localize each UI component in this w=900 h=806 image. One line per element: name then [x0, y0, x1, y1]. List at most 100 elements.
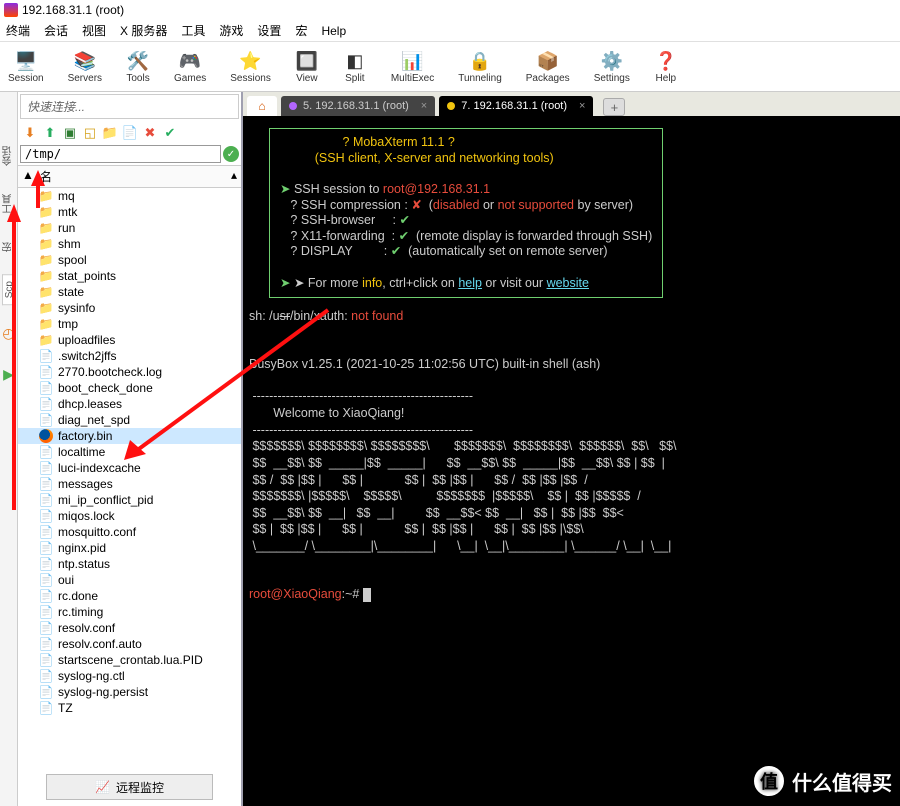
file-icon: 📄	[38, 573, 54, 587]
file-icon: 📄	[38, 605, 54, 619]
folder-row[interactable]: 📁mq	[18, 188, 241, 204]
menu-tools[interactable]: 工具	[181, 22, 205, 39]
tree-icon[interactable]: ◱	[82, 125, 98, 141]
file-row[interactable]: 📄rc.done	[18, 588, 241, 604]
tab-session-7[interactable]: 7. 192.168.31.1 (root) ×	[439, 96, 593, 116]
file-name: messages	[58, 477, 113, 491]
view-icon: 🔲	[295, 49, 319, 73]
file-row[interactable]: 📄dhcp.leases	[18, 396, 241, 412]
toolbar-help[interactable]: ❓Help	[654, 49, 678, 84]
new-tab-button[interactable]: +	[603, 98, 625, 116]
newfolder-icon[interactable]: 📁	[102, 125, 118, 141]
folder-row[interactable]: 📁stat_points	[18, 268, 241, 284]
menu-xserver[interactable]: X 服务器	[120, 22, 167, 39]
file-row[interactable]: 📄.switch2jffs	[18, 348, 241, 364]
menu-terminal[interactable]: 终端	[6, 22, 30, 39]
toolbar-packages[interactable]: 📦Packages	[526, 49, 570, 84]
folder-icon: 📁	[38, 221, 54, 235]
folder-row[interactable]: 📁uploadfiles	[18, 332, 241, 348]
file-row[interactable]: 📄startscene_crontab.lua.PID	[18, 652, 241, 668]
toolbar-games[interactable]: 🎮Games	[174, 49, 206, 84]
newfile-icon[interactable]: 📄	[122, 125, 138, 141]
file-name: ntp.status	[58, 557, 110, 571]
vtab-session[interactable]: 会话	[0, 140, 17, 172]
menu-session[interactable]: 会话	[44, 22, 68, 39]
file-icon: 📄	[38, 477, 54, 491]
help-icon: ❓	[654, 49, 678, 73]
tab5-close-icon[interactable]: ×	[421, 100, 427, 112]
toolbar-session[interactable]: 🖥️Session	[8, 49, 44, 84]
file-name: mi_ip_conflict_pid	[58, 493, 153, 507]
menu-help[interactable]: Help	[321, 24, 346, 38]
games-icon: 🎮	[178, 49, 202, 73]
file-row[interactable]: 📄mosquitto.conf	[18, 524, 241, 540]
file-name: oui	[58, 573, 74, 587]
file-icon: 📄	[38, 525, 54, 539]
file-row[interactable]: 📄localtime	[18, 444, 241, 460]
file-row[interactable]: 📄diag_net_spd	[18, 412, 241, 428]
file-row[interactable]: 📄boot_check_done	[18, 380, 241, 396]
toolbar-multiexec[interactable]: 📊MultiExec	[391, 49, 434, 84]
home-tab[interactable]: ⌂	[247, 96, 277, 116]
folder-row[interactable]: 📁run	[18, 220, 241, 236]
file-row[interactable]: 📄 messages	[18, 476, 241, 492]
terminal-output[interactable]: ? MobaXterm 11.1 ? (SSH client, X-server…	[243, 116, 900, 806]
vtab-macro[interactable]: 宏	[0, 236, 17, 258]
file-row[interactable]: 📄resolv.conf	[18, 620, 241, 636]
upload-icon[interactable]: ⬆	[42, 125, 58, 141]
refresh-icon[interactable]: ▣	[62, 125, 78, 141]
file-header[interactable]: ▲ 名 ▴	[18, 165, 241, 188]
menu-settings[interactable]: 设置	[257, 22, 281, 39]
file-row[interactable]: 📄mi_ip_conflict_pid	[18, 492, 241, 508]
tab7-close-icon[interactable]: ×	[579, 100, 585, 112]
file-row[interactable]: 📄rc.timing	[18, 604, 241, 620]
file-row[interactable]: 📄 ntp.status	[18, 556, 241, 572]
download-icon[interactable]: ⬇	[22, 125, 38, 141]
toolbar-view[interactable]: 🔲View	[295, 49, 319, 84]
path-input[interactable]	[20, 145, 221, 163]
folder-row[interactable]: 📁mtk	[18, 204, 241, 220]
file-row[interactable]: 📄2770.bootcheck.log	[18, 364, 241, 380]
vtab-favorite-icon[interactable]: ▶	[3, 362, 14, 387]
file-row[interactable]: 📄miqos.lock	[18, 508, 241, 524]
delete-icon[interactable]: ✖	[142, 125, 158, 141]
menu-games[interactable]: 游戏	[219, 22, 243, 39]
toolbar-split[interactable]: ◧Split	[343, 49, 367, 84]
vtab-clock-icon[interactable]: ◴	[2, 321, 14, 346]
file-row[interactable]: 📄syslog-ng.persist	[18, 684, 241, 700]
sessions-icon: ⭐	[239, 49, 263, 73]
quick-connect-input[interactable]: 快速连接...	[20, 94, 239, 119]
folder-row[interactable]: 📁sysinfo	[18, 300, 241, 316]
file-row[interactable]: 📄luci-indexcache	[18, 460, 241, 476]
file-row[interactable]: 📄TZ	[18, 700, 241, 716]
file-row[interactable]: 📄syslog-ng.ctl	[18, 668, 241, 684]
folder-row[interactable]: 📁shm	[18, 236, 241, 252]
toolbar-tools[interactable]: 🛠️Tools	[126, 49, 150, 84]
toolbar-tunneling[interactable]: 🔒Tunneling	[458, 49, 502, 84]
file-row[interactable]: 📄 oui	[18, 572, 241, 588]
properties-icon[interactable]: ✔	[162, 125, 178, 141]
folder-row[interactable]: 📁state	[18, 284, 241, 300]
toolbar-sessions[interactable]: ⭐Sessions	[230, 49, 271, 84]
file-name: uploadfiles	[58, 333, 115, 347]
menu-view[interactable]: 视图	[82, 22, 106, 39]
scroll-up-icon[interactable]: ▴	[231, 168, 237, 185]
remote-monitor-button[interactable]: 📈 远程监控	[46, 774, 213, 800]
file-icon: 📄	[38, 557, 54, 571]
vtab-scp[interactable]: Scp	[2, 274, 16, 305]
file-icon: 📄	[38, 381, 54, 395]
file-icon: 📄	[38, 637, 54, 651]
file-name: localtime	[58, 445, 105, 459]
toolbar-settings[interactable]: ⚙️Settings	[594, 49, 630, 84]
file-icon: 📄	[38, 365, 54, 379]
tab-session-5[interactable]: 5. 192.168.31.1 (root) ×	[281, 96, 435, 116]
file-name: sysinfo	[58, 301, 95, 315]
vtab-tool[interactable]: 工具	[0, 188, 17, 220]
file-row[interactable]: 📄resolv.conf.auto	[18, 636, 241, 652]
toolbar-servers[interactable]: 📚Servers	[68, 49, 102, 84]
menu-macro[interactable]: 宏	[295, 22, 307, 39]
file-row[interactable]: 📄nginx.pid	[18, 540, 241, 556]
folder-row[interactable]: 📁spool	[18, 252, 241, 268]
file-row[interactable]: factory.bin	[18, 428, 241, 444]
folder-row[interactable]: 📁tmp	[18, 316, 241, 332]
